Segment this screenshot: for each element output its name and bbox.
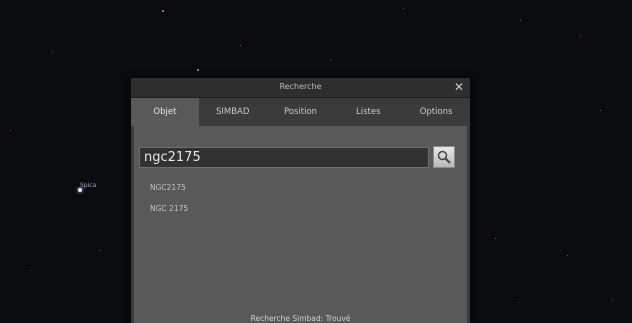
star — [10, 130, 11, 131]
tab-bar: Objet SIMBAD Position Listes Options — [131, 98, 470, 126]
close-icon[interactable]: ✕ — [452, 79, 466, 95]
tab-position[interactable]: Position — [267, 98, 335, 126]
dialog-titlebar[interactable]: Recherche ✕ — [131, 78, 470, 98]
star — [495, 238, 496, 239]
star — [580, 35, 581, 36]
star — [162, 10, 164, 12]
tab-listes[interactable]: Listes — [334, 98, 402, 126]
tab-options[interactable]: Options — [402, 98, 470, 126]
search-dialog: Recherche ✕ Objet SIMBAD Position Listes… — [131, 78, 470, 323]
tab-simbad[interactable]: SIMBAD — [199, 98, 267, 126]
search-button[interactable] — [433, 146, 455, 168]
list-item[interactable]: NGC2175 — [150, 182, 188, 203]
star — [240, 45, 241, 46]
star — [403, 8, 404, 9]
star — [520, 20, 521, 21]
tab-objet[interactable]: Objet — [131, 98, 199, 126]
star — [30, 270, 31, 271]
dialog-title: Recherche — [279, 82, 322, 91]
results-list: NGC2175 NGC 2175 — [150, 182, 188, 224]
objet-panel: NGC2175 NGC 2175 Recherche Simbad: Trouv… — [134, 126, 467, 323]
star — [518, 302, 519, 303]
star — [330, 60, 331, 61]
list-item[interactable]: NGC 2175 — [150, 203, 188, 224]
star — [612, 300, 613, 301]
search-input[interactable] — [139, 147, 429, 168]
status-text: Recherche Simbad: Trouvé — [250, 314, 351, 323]
spica-label: Spica — [80, 182, 97, 189]
star — [100, 250, 101, 251]
star — [600, 110, 601, 111]
star — [567, 255, 568, 256]
magnifier-icon — [437, 150, 451, 164]
star — [197, 69, 199, 71]
star — [52, 52, 53, 53]
